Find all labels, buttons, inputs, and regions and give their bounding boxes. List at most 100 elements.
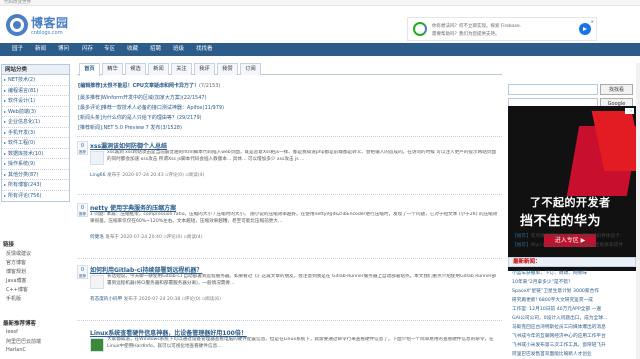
post-title[interactable]: Linux系统查看硬件信息神器，比设备管理器好用100倍！ bbox=[90, 328, 247, 337]
divider bbox=[77, 320, 502, 321]
recommend-blogs-title: 最新推荐博客 bbox=[3, 321, 37, 327]
links-title: 链接 bbox=[3, 242, 15, 248]
tab-my-likes[interactable]: 我赞 bbox=[217, 63, 238, 75]
link-cpp-blog[interactable]: C++博客 bbox=[6, 286, 28, 293]
category-item[interactable]: 数据库技术(10) bbox=[2, 149, 69, 159]
post-item: 0 推荐 如何利用Gitlab-ci持续部署到远程机器？ 长话短说，今天聊一聊使用… bbox=[77, 265, 500, 307]
news-item[interactable]: 马斯克回应台湾特斯拉员工向媒体爆出的消息 bbox=[512, 324, 606, 330]
nav-item-job[interactable]: 招聘 bbox=[150, 43, 161, 56]
post-author[interactable]: 有态度的小码甲 bbox=[90, 297, 122, 302]
link-java-blog[interactable]: Java博客 bbox=[6, 277, 27, 284]
site-domain: cnblogs.com bbox=[31, 30, 63, 36]
category-item[interactable]: 编程语言(81) bbox=[2, 86, 69, 96]
category-item[interactable]: 企业信息化(1) bbox=[2, 117, 69, 128]
recommend-blog-item[interactable]: HarlanC bbox=[6, 347, 26, 353]
headline-item[interactable]: [推荐新闻].NET 5.0 Preview 7 发布(3/1528) bbox=[78, 124, 182, 131]
news-section-title: 最新新闻： bbox=[508, 257, 636, 267]
author-avatar[interactable] bbox=[90, 275, 104, 289]
headline-item[interactable]: [最多推荐]Winform开发中的区域(加家大方案)(22/1547) bbox=[78, 94, 207, 101]
tab-pick[interactable]: 精华 bbox=[102, 63, 123, 75]
nav-item-yuanzi[interactable]: 园子 bbox=[12, 43, 23, 56]
vertical-scrollbar[interactable] bbox=[636, 63, 640, 359]
tab-following[interactable]: 关注 bbox=[171, 63, 192, 75]
digg-button[interactable]: 0 推荐 bbox=[77, 203, 88, 217]
post-summary: 1 问题: 本篇：压缩框架，compression ratio，压缩的大小 / … bbox=[90, 212, 498, 224]
news-item[interactable]: 10年来“2月拿多少”是不错？ bbox=[512, 279, 573, 285]
category-item[interactable]: 软件设计(1) bbox=[2, 96, 69, 107]
headline-item[interactable]: [新闻头条]为什么你的是人只给下的理由等？(29/2179) bbox=[78, 114, 202, 121]
firebase-logo-icon bbox=[413, 22, 427, 36]
post-views[interactable]: 阅读(4) bbox=[189, 173, 205, 178]
digg-button[interactable]: 0 推荐 bbox=[77, 265, 88, 279]
news-item[interactable]: 研究再更新! 6800字大文研究鉴赏一成 bbox=[512, 297, 593, 303]
post-views[interactable]: 阅读(4) bbox=[187, 235, 203, 240]
header-ad-line2: 需要帮助吗？我们为您提供支持。 bbox=[432, 32, 500, 37]
post-title[interactable]: 如何利用Gitlab-ci持续部署到远程机器？ bbox=[90, 265, 202, 274]
link-blog-plan[interactable]: 博客规划 bbox=[6, 268, 26, 275]
nav-item-class[interactable]: 班级 bbox=[173, 43, 184, 56]
news-item[interactable]: 飞书或小米发布第三次工作工具，窗帘轻飞升 bbox=[512, 342, 606, 348]
nav-item-news[interactable]: 新闻 bbox=[35, 43, 46, 56]
category-item[interactable]: Web前端(3) bbox=[2, 107, 69, 117]
category-item[interactable]: NET技术(2) bbox=[2, 75, 69, 86]
category-item[interactable]: 所有博客(243) bbox=[2, 180, 69, 191]
ad-arrow-icon[interactable] bbox=[579, 23, 591, 35]
tab-home[interactable]: 首页 bbox=[79, 63, 100, 76]
post-author[interactable]: 何健洛 bbox=[90, 235, 104, 240]
ad-close-icon[interactable]: ✕ bbox=[591, 19, 594, 24]
post-comments[interactable]: 评论(0) bbox=[168, 173, 184, 178]
tab-news[interactable]: 新闻 bbox=[148, 63, 169, 75]
news-item[interactable]: SpaceX“星链”卫星生意计划 3000家合作 bbox=[512, 288, 599, 294]
news-item[interactable]: 工作室: 12月10日前 40万元APP全部 一遍 bbox=[512, 306, 601, 312]
divider bbox=[77, 258, 502, 259]
digg-button[interactable]: 0 推荐 bbox=[77, 141, 88, 155]
header-ad-banner[interactable]: 你有想法吗？何不立即实现。探索 Firebase. 需要帮助吗？我们为您提供支持… bbox=[407, 17, 597, 41]
tab-candidate[interactable]: 候选 bbox=[125, 63, 146, 75]
ad-info-icon[interactable]: ⓘ✕ bbox=[624, 108, 634, 114]
author-avatar[interactable] bbox=[90, 151, 104, 165]
author-avatar[interactable] bbox=[90, 338, 104, 352]
nav-item-ing[interactable]: 闪存 bbox=[82, 43, 93, 56]
link-feedback[interactable]: 反馈或建议 bbox=[6, 250, 31, 257]
site-search-button[interactable]: 找找看 bbox=[600, 84, 633, 95]
cnblogs-logo-icon[interactable] bbox=[6, 14, 28, 36]
category-item[interactable]: 操作系统(9) bbox=[2, 159, 69, 170]
site-name[interactable]: 博客园 bbox=[31, 14, 69, 31]
tab-subscriptions[interactable]: 订阅 bbox=[240, 63, 261, 75]
nav-item-search[interactable]: 找找看 bbox=[196, 43, 213, 56]
tab-my-comments[interactable]: 我评 bbox=[194, 63, 215, 75]
category-item[interactable]: 手机开发(3) bbox=[2, 128, 69, 138]
nav-item-wz[interactable]: 收藏 bbox=[127, 43, 138, 56]
post-meta: 有态度的小码甲 发布于 2020-07-24 20:38 ▫评论(0) ▫阅读(… bbox=[90, 296, 221, 302]
post-title[interactable]: xss漏洞该如何防御个人总结 bbox=[90, 141, 167, 150]
headline-item[interactable]: [最多评论]推荐一款技术人必备的接口测试神器：Apifox(11/979) bbox=[78, 104, 224, 111]
ad-headline-1: 了不起的开发者 bbox=[530, 196, 611, 209]
recommend-blog-item[interactable]: 阿里巴巴云前端 bbox=[6, 338, 41, 345]
post-comments[interactable]: 评论(0) bbox=[185, 297, 201, 302]
news-item[interactable]: 小蓝车获撤单，下订、财政、网易味 bbox=[512, 270, 587, 276]
post-views[interactable]: 阅读(6) bbox=[205, 297, 221, 302]
divider bbox=[77, 136, 502, 137]
link-mobile[interactable]: 手机版 bbox=[6, 295, 21, 302]
post-time: 发布于 2020-07-24 20:43 bbox=[106, 173, 164, 178]
news-item[interactable]: 飞书成今年的互联网经济中心的应用工作平台 bbox=[512, 333, 606, 339]
post-author[interactable]: Ling66 bbox=[90, 173, 106, 178]
category-item[interactable]: 软件工程(0) bbox=[2, 138, 69, 149]
post-title[interactable]: netty 使用字典服务的压缩方案 bbox=[90, 203, 176, 212]
post-item: 0 推荐 netty 使用字典服务的压缩方案 1 问题: 本篇：压缩框架，comp… bbox=[77, 203, 500, 245]
link-official-blog[interactable]: 官方博客 bbox=[6, 259, 26, 266]
post-item: 0推荐 Linux系统查看硬件信息神器，比设备管理器好用100倍！ 大家都知道，… bbox=[90, 328, 500, 359]
post-summary: 长话短说，今天聊一聊使用Gitlab-CI 自动部署到远程服务器。如果看过《》这… bbox=[107, 274, 497, 286]
news-item[interactable]: 阿里巴巴发售首双面能比喻新人才创业 bbox=[512, 351, 592, 357]
promo-link[interactable]: 【推荐】有项目看阿里云优惠，注册送抵扣券体验卡 bbox=[512, 233, 620, 239]
nav-item-q[interactable]: 博问 bbox=[58, 43, 69, 56]
site-search-input[interactable] bbox=[508, 84, 598, 95]
promo-link[interactable]: 【推荐】Wyn Enterprise，嵌入式商业智能报表软件 bbox=[512, 242, 623, 248]
news-item[interactable]: GAI公司公司，0设计入问题出口，成为全球... bbox=[512, 315, 607, 321]
category-item[interactable]: 所有评论(756) bbox=[2, 191, 69, 202]
nav-item-zone[interactable]: 专区 bbox=[104, 43, 115, 56]
category-item[interactable]: 其他分类(87) bbox=[2, 170, 69, 180]
post-comments[interactable]: 评论(0) bbox=[167, 235, 183, 240]
recommend-blog-item[interactable]: leesf bbox=[6, 329, 18, 335]
headline-item[interactable]: [编辑推荐]太恨不能忍！CPU文章疑虑和网卡异万了！(7/2153) bbox=[78, 82, 220, 89]
